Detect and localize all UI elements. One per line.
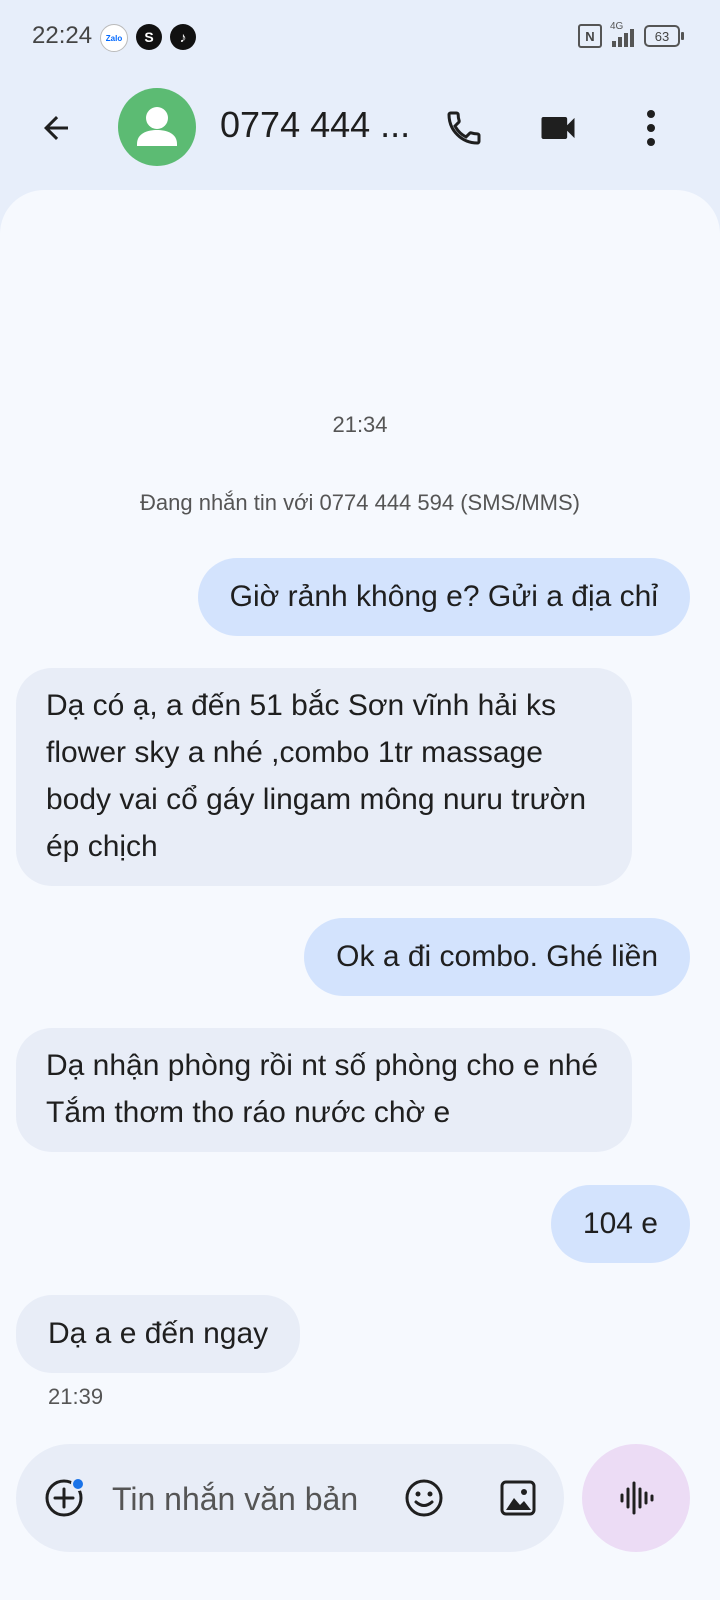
videocam-icon (541, 117, 575, 139)
status-indicators: N 4G 63 (578, 21, 684, 48)
conversation-panel[interactable] (0, 190, 720, 1600)
more-vert-icon (647, 110, 655, 146)
outgoing-message[interactable]: Giờ rảnh không e? Gửi a địa chỉ (197, 558, 690, 636)
phone-icon (447, 111, 481, 145)
more-options-button[interactable] (626, 100, 676, 156)
back-button[interactable] (30, 102, 82, 154)
status-app-icons: Zalo S ♪ (100, 24, 196, 52)
call-button[interactable] (436, 100, 492, 156)
message-input[interactable] (110, 1470, 384, 1528)
emoji-button[interactable] (400, 1474, 448, 1522)
voice-message-button[interactable] (582, 1444, 690, 1552)
voice-wave-icon (620, 1481, 654, 1515)
outgoing-message[interactable]: 104 e (550, 1185, 690, 1263)
add-attachment-button[interactable] (40, 1474, 88, 1522)
arrow-back-icon (44, 116, 68, 140)
conversation-info: Đang nhắn tin với 0774 444 594 (SMS/MMS) (140, 490, 580, 515)
incoming-message[interactable]: Dạ nhận phòng rồi nt số phòng cho e nhé … (16, 1028, 632, 1152)
nfc-icon: N (578, 24, 602, 48)
battery-level: 63 (654, 28, 670, 44)
gallery-button[interactable] (494, 1474, 542, 1522)
s-app-icon: S (136, 24, 162, 50)
incoming-message[interactable]: Dạ có ạ, a đến 51 bắc Sơn vĩnh hải ks fl… (16, 668, 632, 886)
avatar[interactable] (118, 88, 196, 166)
add-circle-icon (45, 1477, 85, 1517)
battery-icon: 63 (644, 25, 684, 47)
outgoing-message[interactable]: Ok a đi combo. Ghé liền (304, 918, 690, 996)
video-call-button[interactable] (530, 100, 586, 156)
emoji-icon (405, 1479, 443, 1517)
signal-icon: 4G (610, 21, 634, 47)
image-icon (500, 1480, 536, 1516)
network-type: 4G (610, 21, 624, 32)
person-icon (137, 107, 177, 146)
contact-name[interactable]: 0774 444 ... (220, 104, 410, 146)
tiktok-icon: ♪ (170, 24, 196, 50)
status-time: 22:24 (32, 22, 93, 49)
message-timestamp: 21:39 (48, 1384, 104, 1409)
zalo-icon: Zalo (100, 24, 128, 52)
incoming-message[interactable]: Dạ a e đến ngay (16, 1295, 301, 1373)
message-timestamp: 21:34 (332, 412, 388, 437)
